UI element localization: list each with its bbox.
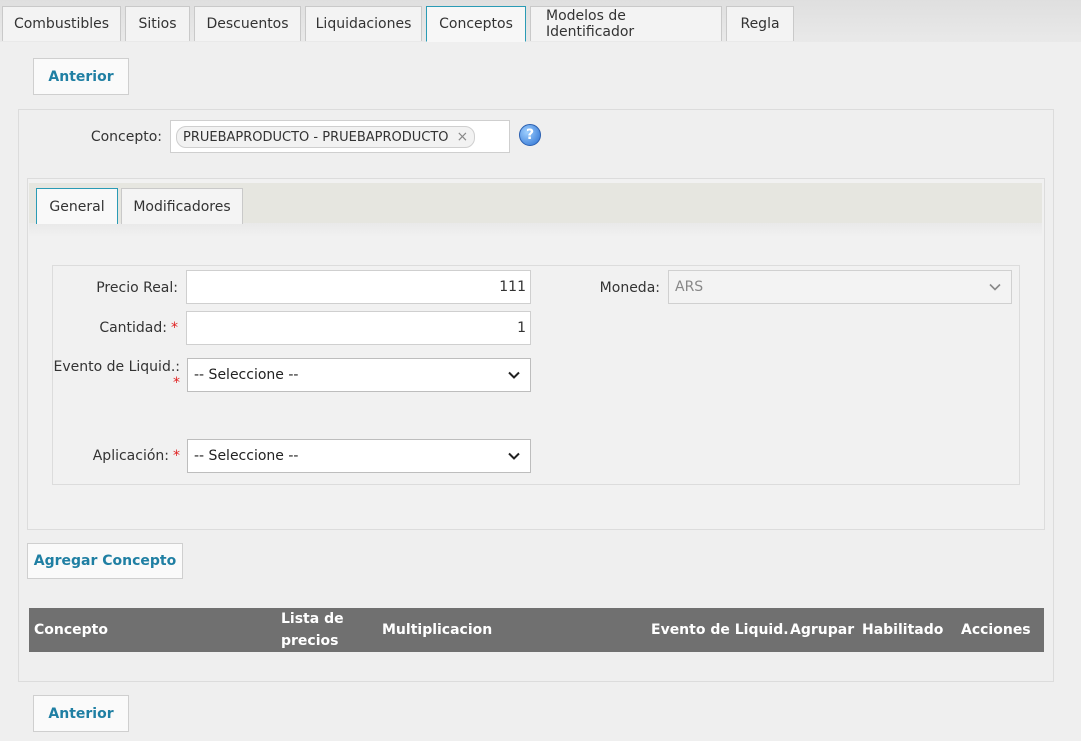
tab-sitios[interactable]: Sitios — [125, 6, 190, 41]
precio-real-input[interactable]: 111 — [186, 270, 531, 304]
th-habilitado[interactable]: Habilitado — [862, 622, 943, 638]
tab-regla[interactable]: Regla — [726, 6, 794, 41]
tab-general[interactable]: General — [36, 188, 118, 224]
evento-liquid-label-text: Evento de Liquid.: — [53, 359, 180, 375]
help-icon[interactable]: ? — [519, 124, 541, 146]
th-lista-precios-line1[interactable]: Lista de — [281, 611, 344, 627]
tab-combustibles[interactable]: Combustibles — [2, 6, 121, 41]
th-acciones[interactable]: Acciones — [961, 622, 1031, 638]
anterior-button-top[interactable]: Anterior — [33, 58, 129, 95]
tab-liquidaciones[interactable]: Liquidaciones — [305, 6, 422, 41]
required-marker: * — [173, 448, 180, 464]
th-evento-liquid[interactable]: Evento de Liquid. — [651, 622, 789, 638]
th-lista-precios-line2[interactable]: precios — [281, 633, 338, 649]
concepto-tag-label: PRUEBAPRODUCTO - PRUEBAPRODUCTO — [183, 129, 449, 145]
concepto-tag: PRUEBAPRODUCTO - PRUEBAPRODUCTO × — [176, 126, 476, 148]
th-concepto[interactable]: Concepto — [34, 622, 108, 638]
tab-conceptos[interactable]: Conceptos — [426, 6, 526, 42]
cantidad-input[interactable]: 1 — [186, 311, 531, 345]
aplicacion-select-value: -- Seleccione -- — [194, 448, 299, 464]
chevron-down-icon — [508, 452, 520, 460]
chevron-down-icon — [508, 371, 520, 379]
th-agrupar[interactable]: Agrupar — [790, 622, 854, 638]
chevron-down-icon — [989, 283, 1001, 291]
cantidad-label: Cantidad: * — [60, 320, 178, 336]
required-marker: * — [173, 375, 180, 391]
agregar-concepto-button[interactable]: Agregar Concepto — [27, 543, 183, 579]
inner-tab-bar-fade — [29, 223, 1042, 237]
th-multiplicacion[interactable]: Multiplicacion — [382, 622, 492, 638]
required-marker: * — [171, 320, 178, 336]
evento-liquid-select-value: -- Seleccione -- — [194, 367, 299, 383]
cantidad-label-text: Cantidad: — [99, 320, 167, 336]
tab-modificadores[interactable]: Modificadores — [121, 188, 243, 224]
tab-modelos-de-identificador[interactable]: Modelos de Identificador — [530, 6, 722, 41]
anterior-button-bottom[interactable]: Anterior — [33, 695, 129, 732]
top-tabs: Combustibles Sitios Descuentos Liquidaci… — [2, 6, 798, 42]
aplicacion-label: Aplicación: * — [60, 448, 180, 464]
precio-real-label: Precio Real: — [96, 280, 178, 296]
moneda-select[interactable]: ARS — [668, 270, 1012, 304]
evento-liquid-label: Evento de Liquid.: * — [40, 359, 180, 391]
moneda-label: Moneda: — [599, 280, 660, 296]
tab-descuentos[interactable]: Descuentos — [194, 6, 301, 41]
concepto-tag-input[interactable]: PRUEBAPRODUCTO - PRUEBAPRODUCTO × — [170, 120, 510, 153]
concepto-label: Concepto: — [90, 129, 162, 145]
conceptos-table-header: Concepto Lista de precios Multiplicacion… — [29, 608, 1044, 652]
aplicacion-select[interactable]: -- Seleccione -- — [187, 439, 531, 473]
close-icon[interactable]: × — [457, 129, 469, 145]
evento-liquid-select[interactable]: -- Seleccione -- — [187, 358, 531, 392]
aplicacion-label-text: Aplicación: — [92, 448, 169, 464]
moneda-select-value: ARS — [675, 279, 704, 295]
